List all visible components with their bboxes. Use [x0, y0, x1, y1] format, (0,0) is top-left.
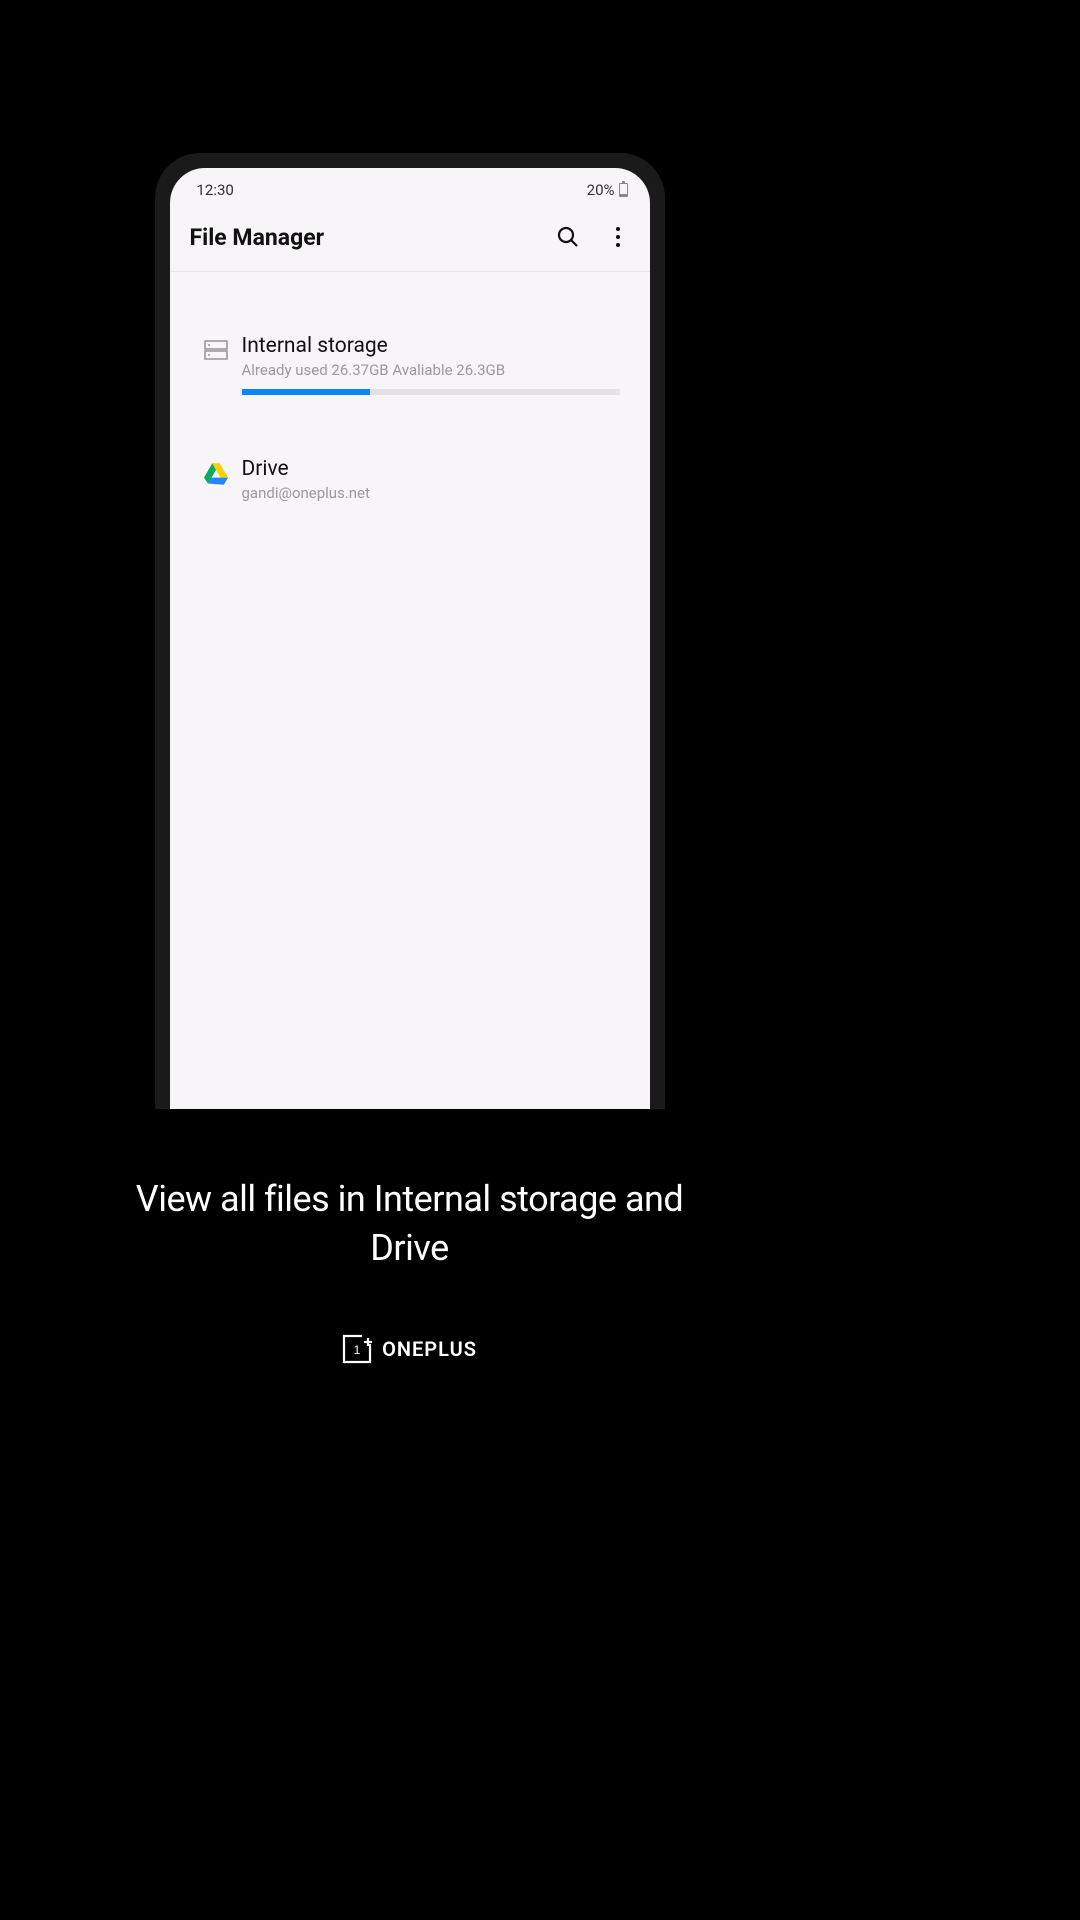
internal-storage-subtitle: Already used 26.37GB Avaliable 26.3GB — [242, 361, 620, 379]
status-time: 12:30 — [197, 181, 234, 199]
storage-progress-bar — [242, 389, 620, 395]
drive-title: Drive — [242, 457, 620, 481]
more-vertical-icon — [608, 225, 628, 249]
app-header: File Manager — [170, 207, 650, 272]
storage-server-icon — [204, 340, 228, 360]
battery-icon — [619, 183, 628, 197]
search-button[interactable] — [552, 221, 584, 253]
phone-screen: 12:30 20% File Manager — [170, 168, 650, 1109]
drive-item[interactable]: Drive gandi@oneplus.net — [170, 445, 650, 524]
storage-list: Internal storage Already used 26.37GB Av… — [170, 272, 650, 524]
google-drive-icon — [204, 463, 228, 485]
page-title: File Manager — [190, 224, 325, 251]
storage-content: Drive gandi@oneplus.net — [242, 457, 620, 512]
storage-progress-fill — [242, 389, 371, 395]
battery-percent: 20% — [587, 181, 615, 199]
brand-logo: 1 ONEPLUS — [342, 1334, 477, 1364]
internal-storage-title: Internal storage — [242, 334, 620, 358]
status-right: 20% — [587, 181, 628, 199]
drive-subtitle: gandi@oneplus.net — [242, 484, 620, 502]
promo-caption: View all files in Internal storage and D… — [110, 1175, 710, 1272]
status-bar: 12:30 20% — [170, 168, 650, 207]
search-icon — [556, 225, 580, 249]
svg-text:1: 1 — [354, 1343, 361, 1357]
internal-storage-item[interactable]: Internal storage Already used 26.37GB Av… — [170, 322, 650, 407]
more-menu-button[interactable] — [604, 221, 632, 253]
brand-name: ONEPLUS — [382, 1337, 477, 1361]
storage-content: Internal storage Already used 26.37GB Av… — [242, 334, 620, 395]
oneplus-logo-icon: 1 — [342, 1334, 372, 1364]
header-actions — [552, 221, 632, 253]
phone-frame: 12:30 20% File Manager — [155, 153, 665, 1109]
storage-icon-col — [190, 457, 242, 485]
storage-icon-col — [190, 334, 242, 360]
